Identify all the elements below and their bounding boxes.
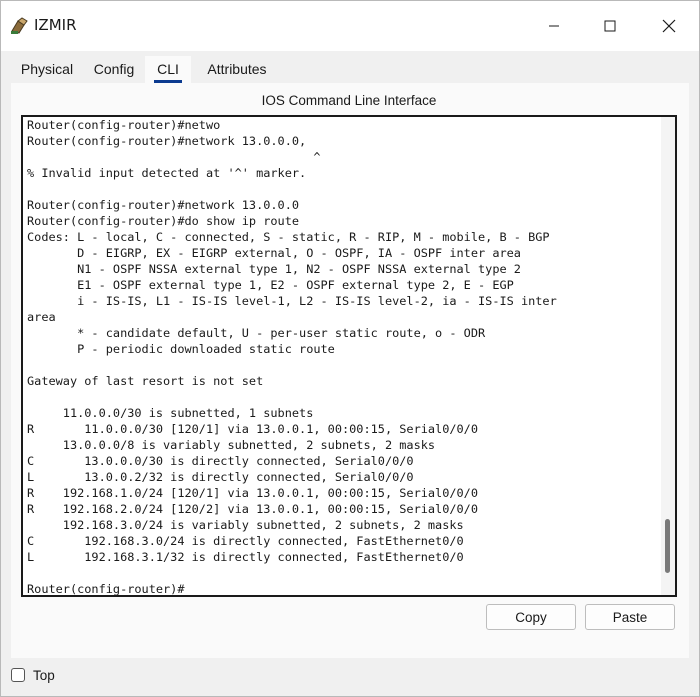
top-checkbox[interactable] bbox=[11, 668, 25, 682]
top-option: Top bbox=[11, 667, 55, 683]
terminal-line: R 192.168.1.0/24 [120/1] via 13.0.0.1, 0… bbox=[27, 486, 479, 500]
tab-cli-label: CLI bbox=[157, 61, 179, 77]
minimize-button[interactable] bbox=[531, 9, 577, 43]
device-window: IZMIR Physical Config CLI Attributes IOS… bbox=[0, 0, 700, 697]
terminal-line: % Invalid input detected at '^' marker. bbox=[27, 166, 307, 180]
maximize-button[interactable] bbox=[587, 9, 633, 43]
terminal-line: Router(config-router)# bbox=[27, 582, 185, 596]
terminal-line: Router(config-router)#network 13.0.0.0, bbox=[27, 134, 307, 148]
terminal-output: Router(config-router)#netwo Router(config… bbox=[27, 117, 657, 596]
terminal-line: C 13.0.0.0/30 is directly connected, Ser… bbox=[27, 454, 414, 468]
terminal-line: * - candidate default, U - per-user stat… bbox=[27, 326, 486, 340]
terminal-line: area bbox=[27, 310, 56, 324]
tab-bar: Physical Config CLI Attributes bbox=[11, 56, 689, 84]
terminal-line: Router(config-router)#netwo bbox=[27, 118, 221, 132]
terminal-line: D - EIGRP, EX - EIGRP external, O - OSPF… bbox=[27, 246, 521, 260]
terminal-line: i - IS-IS, L1 - IS-IS level-1, L2 - IS-I… bbox=[27, 294, 557, 308]
top-label: Top bbox=[33, 667, 55, 683]
tab-config[interactable]: Config bbox=[86, 56, 142, 84]
close-icon bbox=[662, 19, 676, 33]
terminal-line: E1 - OSPF external type 1, E2 - OSPF ext… bbox=[27, 278, 514, 292]
minimize-icon bbox=[549, 25, 559, 27]
terminal-line: 192.168.3.0/24 is variably subnetted, 2 … bbox=[27, 518, 464, 532]
terminal-scrollbar[interactable] bbox=[661, 117, 675, 595]
terminal-line: 13.0.0.0/8 is variably subnetted, 2 subn… bbox=[27, 438, 436, 452]
terminal-line: Codes: L - local, C - connected, S - sta… bbox=[27, 230, 550, 244]
copy-button[interactable]: Copy bbox=[486, 604, 576, 630]
terminal-line: ^ bbox=[27, 150, 321, 164]
terminal-line: P - periodic downloaded static route bbox=[27, 342, 335, 356]
terminal-line: C 192.168.3.0/24 is directly connected, … bbox=[27, 534, 464, 548]
paste-button[interactable]: Paste bbox=[585, 604, 675, 630]
terminal-line: N1 - OSPF NSSA external type 1, N2 - OSP… bbox=[27, 262, 521, 276]
title-bar: IZMIR bbox=[1, 1, 699, 51]
cli-terminal[interactable]: Router(config-router)#netwo Router(config… bbox=[21, 115, 677, 597]
cli-panel: IOS Command Line Interface Router(config… bbox=[11, 83, 689, 658]
close-button[interactable] bbox=[646, 9, 692, 43]
maximize-icon bbox=[604, 20, 616, 32]
terminal-line: L 192.168.3.1/32 is directly connected, … bbox=[27, 550, 464, 564]
router-device-icon bbox=[9, 16, 29, 36]
terminal-line: Router(config-router)#do show ip route bbox=[27, 214, 300, 228]
terminal-line: R 192.168.2.0/24 [120/2] via 13.0.0.1, 0… bbox=[27, 502, 479, 516]
tab-physical[interactable]: Physical bbox=[11, 56, 83, 84]
terminal-line: Router(config-router)#network 13.0.0.0 bbox=[27, 198, 300, 212]
terminal-line: L 13.0.0.2/32 is directly connected, Ser… bbox=[27, 470, 414, 484]
tab-cli[interactable]: CLI bbox=[145, 56, 191, 84]
tab-attributes[interactable]: Attributes bbox=[194, 56, 280, 84]
terminal-line: 11.0.0.0/30 is subnetted, 1 subnets bbox=[27, 406, 314, 420]
terminal-line: R 11.0.0.0/30 [120/1] via 13.0.0.1, 00:0… bbox=[27, 422, 479, 436]
window-title: IZMIR bbox=[34, 16, 77, 34]
cli-heading: IOS Command Line Interface bbox=[261, 93, 437, 108]
terminal-line: Gateway of last resort is not set bbox=[27, 374, 264, 388]
scrollbar-thumb[interactable] bbox=[665, 519, 670, 573]
